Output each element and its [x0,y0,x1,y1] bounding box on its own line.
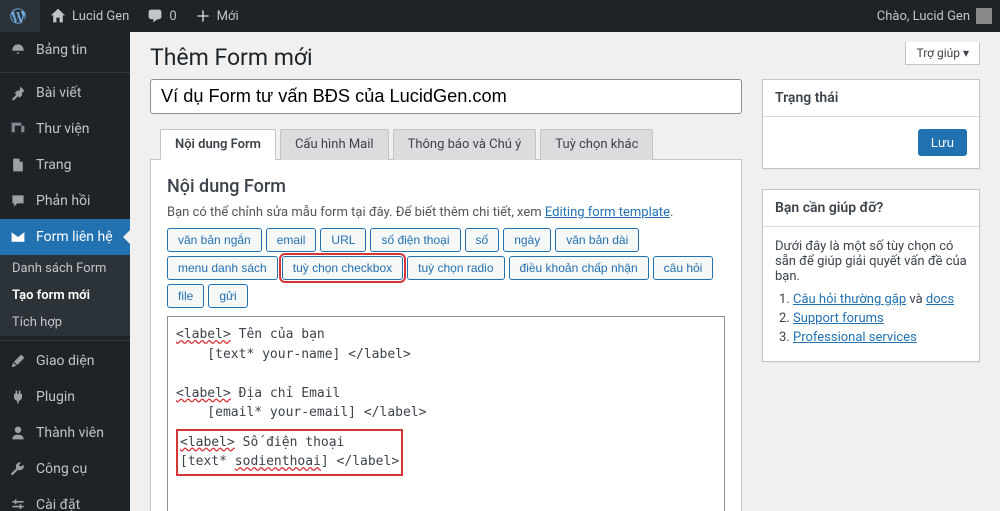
menu-feedback[interactable]: Phản hồi [0,183,130,219]
help-tab[interactable]: Trợ giúp ▾ [905,42,980,65]
faq-link[interactable]: Câu hỏi thường gặp [793,292,906,307]
tag-quiz[interactable]: câu hỏi [653,256,714,280]
page-title: Thêm Form mới [150,32,980,79]
admin-bar: Lucid Gen 0 Mới Chào, Lucid Gen [0,0,1000,32]
form-title-input[interactable] [150,79,742,114]
side-column: Trạng thái Lưu Bạn cần giúp đỡ? Dưới đây… [762,79,980,511]
wordpress-icon [8,6,28,26]
submenu-contact: Danh sách Form Tạo form mới Tích hợp [0,255,130,336]
help-box: Bạn cần giúp đỡ? Dưới đây là một số tùy … [762,189,980,362]
new-content[interactable]: Mới [185,0,247,32]
tabs: Nội dung Form Cấu hình Mail Thông báo và… [150,128,742,160]
pin-icon [8,83,28,103]
tag-radio[interactable]: tuỳ chọn radio [407,256,504,280]
menu-contact[interactable]: Form liên hệ [0,219,130,255]
status-title: Trạng thái [763,80,979,117]
submenu-integration[interactable]: Tích hợp [0,309,130,336]
help-title: Bạn cần giúp đỡ? [763,190,979,227]
submenu-new[interactable]: Tạo form mới [0,282,130,309]
site-name[interactable]: Lucid Gen [40,0,137,32]
feedback-icon [8,191,28,211]
home-icon [48,6,68,26]
tag-select[interactable]: menu danh sách [167,256,278,280]
comments[interactable]: 0 [137,0,184,32]
menu-users[interactable]: Thành viên [0,415,130,451]
tag-checkbox[interactable]: tuỳ chọn checkbox [282,256,403,280]
tag-textarea[interactable]: văn bản dài [555,228,639,252]
tag-number[interactable]: số [465,228,500,252]
panel-heading: Nội dung Form [167,176,725,197]
user-icon [8,423,28,443]
submenu-list[interactable]: Danh sách Form [0,255,130,282]
menu-plugins[interactable]: Plugin [0,379,130,415]
pro-link[interactable]: Professional services [793,330,917,345]
dashboard-icon [8,40,28,60]
tab-messages[interactable]: Thông báo và Chú ý [393,129,537,160]
page-icon [8,155,28,175]
help-item-pro: Professional services [793,330,967,345]
support-link[interactable]: Support forums [793,311,884,326]
help-lead: Dưới đây là một số tùy chọn có sẵn để gi… [775,239,967,284]
sliders-icon [8,495,28,511]
highlighted-code: <label> Số điện thoại [text* sodienthoai… [176,429,403,476]
tag-date[interactable]: ngày [503,228,551,252]
menu-appearance[interactable]: Giao diện [0,340,130,379]
new-label: Mới [217,9,239,24]
tag-acceptance[interactable]: điều khoản chấp nhận [509,256,649,280]
menu-pages[interactable]: Trang [0,147,130,183]
comment-icon [145,6,165,26]
form-panel: Nội dung Form Bạn có thể chỉnh sửa mẫu f… [150,160,742,511]
content-area: Trợ giúp ▾ Thêm Form mới Nội dung Form C… [130,32,1000,511]
brush-icon [8,351,28,371]
plugin-icon [8,387,28,407]
comments-count: 0 [169,9,176,24]
status-box: Trạng thái Lưu [762,79,980,169]
wrench-icon [8,459,28,479]
menu-posts[interactable]: Bài viết [0,72,130,111]
tab-mail[interactable]: Cấu hình Mail [280,129,389,160]
menu-media[interactable]: Thư viện [0,111,130,147]
my-account[interactable]: Chào, Lucid Gen [869,0,1000,32]
media-icon [8,119,28,139]
tab-form[interactable]: Nội dung Form [160,129,276,160]
menu-settings[interactable]: Cài đặt [0,487,130,511]
help-item-support: Support forums [793,311,967,326]
admin-sidebar: Bảng tin Bài viết Thư viện Trang Phản hồ… [0,32,130,511]
greeting: Chào, Lucid Gen [877,9,970,24]
template-link[interactable]: Editing form template [545,205,670,220]
panel-desc: Bạn có thể chỉnh sửa mẫu form tại đây. Đ… [167,205,725,220]
docs-link[interactable]: docs [926,292,954,307]
menu-tools[interactable]: Công cụ [0,451,130,487]
tag-buttons: văn bản ngắn email URL số điện thoại số … [167,228,725,308]
plus-icon [193,6,213,26]
tag-text[interactable]: văn bản ngắn [167,228,262,252]
tag-email[interactable]: email [266,228,317,252]
save-button[interactable]: Lưu [918,129,967,156]
main-column: Nội dung Form Cấu hình Mail Thông báo và… [150,79,742,511]
tag-file[interactable]: file [167,284,204,308]
menu-dashboard[interactable]: Bảng tin [0,32,130,68]
tag-submit[interactable]: gửi [208,284,247,308]
tag-url[interactable]: URL [320,228,366,252]
tab-additional[interactable]: Tuỳ chọn khác [540,129,653,160]
tag-tel[interactable]: số điện thoại [370,228,460,252]
wp-logo[interactable] [0,0,40,32]
mail-icon [8,227,28,247]
title-wrap [150,79,742,114]
form-code-editor[interactable]: <label> Tên của bạn [text* your-name] </… [167,316,725,511]
avatar [976,8,992,24]
help-item-faq: Câu hỏi thường gặp và docs [793,292,967,307]
site-name-text: Lucid Gen [72,9,129,24]
